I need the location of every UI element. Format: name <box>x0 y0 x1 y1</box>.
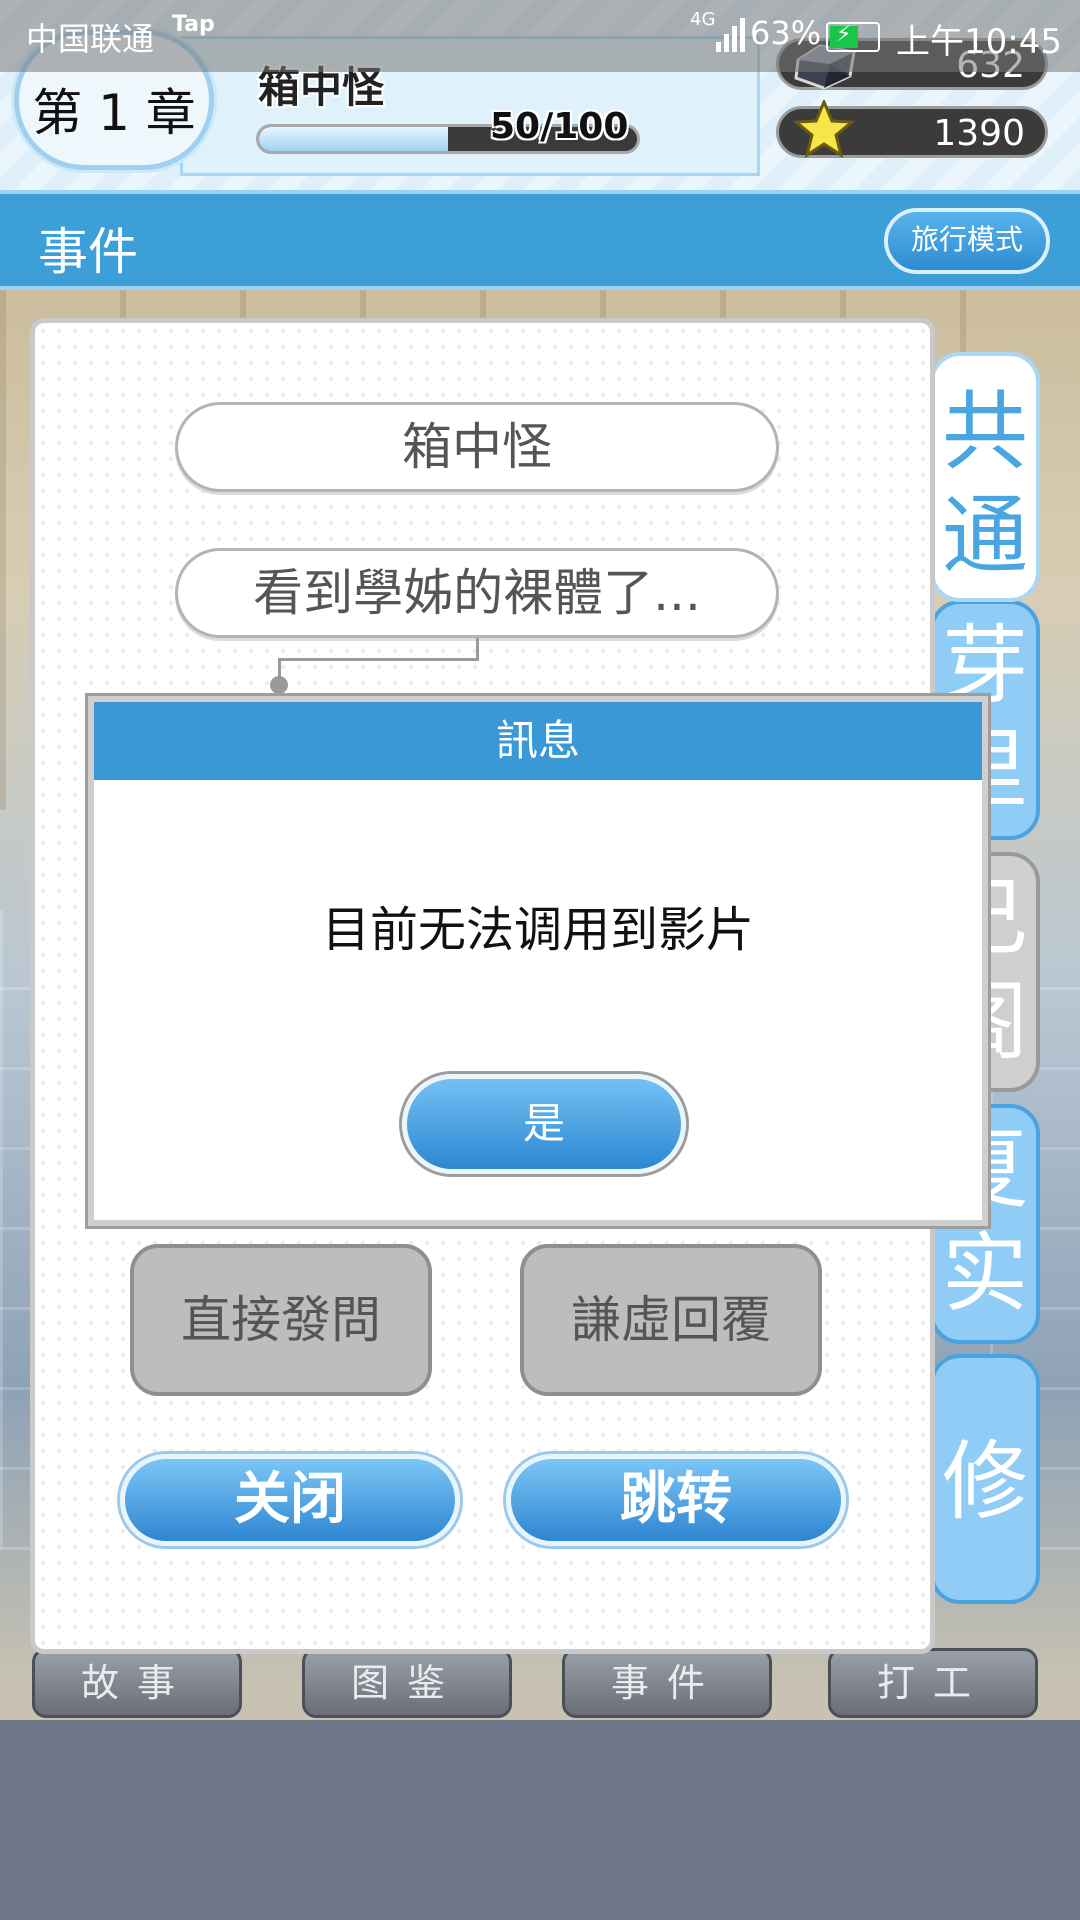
event-name-label[interactable]: 箱中怪 <box>175 402 779 492</box>
tab-common[interactable]: 共 通 <box>930 352 1040 602</box>
bottom-area <box>0 1720 1080 1920</box>
chapter-label: 第 1 章 <box>32 84 196 142</box>
dialog-message: 目前无法调用到影片 <box>321 902 754 958</box>
dialog-confirm-button[interactable]: 是 <box>402 1074 686 1174</box>
battery-percent: 63% <box>750 14 822 52</box>
section-bar: 事件 旅行模式 <box>0 190 1080 290</box>
choice-ask-directly[interactable]: 直接發問 <box>130 1244 432 1396</box>
close-button[interactable]: 关闭 <box>120 1454 460 1546</box>
choice-humble-reply[interactable]: 謙虛回覆 <box>520 1244 822 1396</box>
tab-common-label-1: 共 <box>942 382 1028 482</box>
section-title: 事件 <box>38 223 138 281</box>
nav-gallery[interactable]: 图鉴 <box>302 1648 512 1718</box>
tab-common-label-2: 通 <box>942 486 1028 586</box>
network-type: 4G <box>690 9 716 30</box>
connector-node <box>270 676 288 694</box>
jump-button[interactable]: 跳转 <box>506 1454 846 1546</box>
tab-shu-label: 修 <box>942 1432 1028 1532</box>
message-dialog: 訊息 目前无法调用到影片 是 <box>88 696 988 1226</box>
progress-fill <box>259 127 448 151</box>
nav-story[interactable]: 故事 <box>32 1648 242 1718</box>
signal-icon <box>716 16 746 52</box>
dialog-title: 訊息 <box>94 702 982 780</box>
clock: 上午10:45 <box>896 22 1062 62</box>
status-bar: 中国联通 Tap 4G 63% ⚡ 上午10:45 <box>0 0 1080 72</box>
star-count: 1390 <box>933 113 1025 154</box>
tab-shu[interactable]: 修 <box>930 1354 1040 1604</box>
progress-text: 50/100 <box>490 106 629 147</box>
connector-line <box>476 638 479 660</box>
nav-work[interactable]: 打工 <box>828 1648 1038 1718</box>
event-step-label[interactable]: 看到學姊的裸體了... <box>175 548 779 638</box>
battery-icon: ⚡ <box>826 22 880 52</box>
connector-branch <box>278 658 479 681</box>
star-icon <box>794 100 854 158</box>
app-tag: Tap <box>172 12 215 37</box>
travel-mode-button[interactable]: 旅行模式 <box>884 208 1050 274</box>
tab-xiashi-label-2: 实 <box>942 1224 1028 1324</box>
carrier-name: 中国联通 <box>26 20 155 58</box>
nav-events[interactable]: 事件 <box>562 1648 772 1718</box>
